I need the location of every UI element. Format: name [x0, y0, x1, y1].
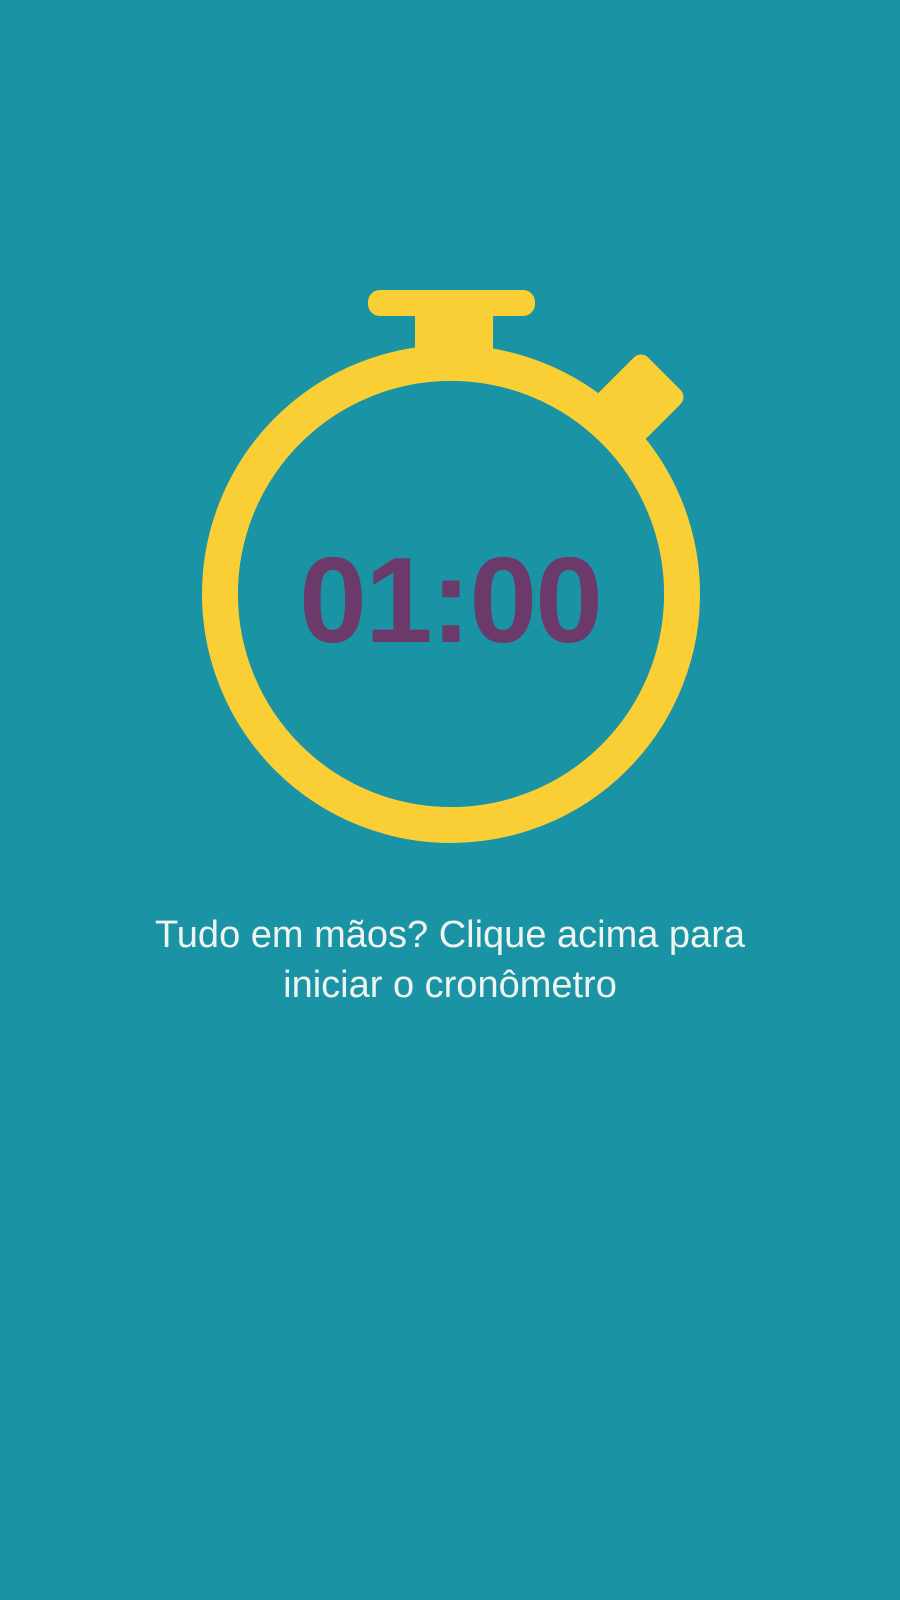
- stopwatch-icon: [202, 290, 700, 843]
- start-hint-text: Tudo em mãos? Clique acima para iniciar …: [100, 910, 800, 1010]
- stopwatch-start-button[interactable]: 01:00: [0, 0, 900, 900]
- timer-display: 01:00: [298, 532, 603, 668]
- hint-line-2: iniciar o cronômetro: [283, 964, 617, 1006]
- timer-screen: 01:00 Tudo em mãos? Clique acima para in…: [0, 0, 900, 1600]
- hint-line-1: Tudo em mãos? Clique acima para: [155, 914, 745, 956]
